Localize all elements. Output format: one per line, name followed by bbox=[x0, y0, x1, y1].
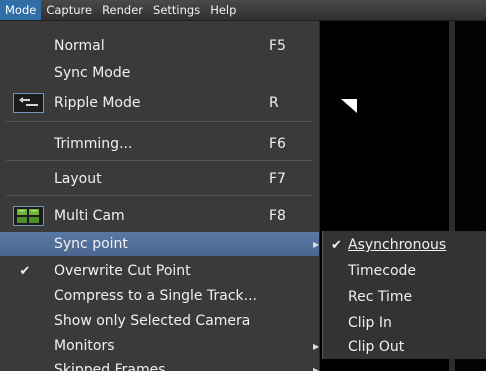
menu-item-label: Clip In bbox=[348, 315, 392, 331]
menu-separator bbox=[6, 121, 312, 122]
menu-mode[interactable]: Mode bbox=[0, 0, 42, 20]
menu-item-sync-mode[interactable]: Sync Mode bbox=[0, 62, 319, 84]
submenu-item-clip-in[interactable]: Clip In bbox=[323, 310, 486, 336]
checkmark-icon: ✔ bbox=[19, 263, 31, 279]
shortcut-label: F8 bbox=[269, 208, 286, 224]
submenu-arrow-icon: ▶ bbox=[313, 365, 320, 371]
menu-item-label: Asynchronous bbox=[348, 237, 447, 253]
shortcut-label: F6 bbox=[269, 136, 286, 152]
menu-item-compress-single-track[interactable]: Compress to a Single Track... bbox=[0, 285, 319, 307]
submenu-item-timecode[interactable]: Timecode bbox=[323, 258, 486, 284]
menu-help[interactable]: Help bbox=[205, 0, 241, 20]
menu-separator bbox=[6, 160, 312, 161]
submenu-arrow-icon: ▶ bbox=[313, 239, 320, 249]
ripple-mode-icon bbox=[13, 93, 44, 113]
menu-item-label: Monitors bbox=[54, 338, 115, 354]
menu-item-layout[interactable]: Layout F7 bbox=[0, 167, 319, 191]
menu-item-show-selected-camera[interactable]: Show only Selected Camera bbox=[0, 310, 319, 332]
menu-item-sync-point[interactable]: Sync point ▶ bbox=[0, 232, 319, 256]
frame-marker-icon bbox=[341, 99, 357, 113]
submenu-item-asynchronous[interactable]: ✔ Asynchronous bbox=[323, 232, 486, 258]
menu-item-label: Normal bbox=[54, 38, 105, 54]
menu-separator bbox=[6, 195, 312, 196]
menu-item-normal[interactable]: Normal F5 bbox=[0, 35, 319, 57]
menu-item-skipped-frames[interactable]: Skipped Frames ▶ bbox=[0, 359, 319, 371]
menu-item-label: Sync Mode bbox=[54, 65, 131, 81]
submenu-arrow-icon: ▶ bbox=[313, 341, 320, 351]
menubar: Mode Capture Render Settings Help bbox=[0, 0, 486, 21]
menu-settings[interactable]: Settings bbox=[148, 0, 205, 20]
menu-item-label: Ripple Mode bbox=[54, 95, 141, 111]
menu-item-label: Timecode bbox=[348, 263, 417, 279]
shortcut-label: F5 bbox=[269, 38, 286, 54]
mode-menu-dropdown: Normal F5 Sync Mode Ripple Mode R Trimmi… bbox=[0, 21, 320, 371]
submenu-item-clip-out[interactable]: Clip Out bbox=[323, 334, 486, 360]
menu-item-label: Show only Selected Camera bbox=[54, 313, 251, 329]
shortcut-label: F7 bbox=[269, 171, 286, 187]
menu-item-label: Multi Cam bbox=[54, 208, 125, 224]
menu-item-label: Overwrite Cut Point bbox=[54, 263, 191, 279]
menu-item-label: Layout bbox=[54, 171, 102, 187]
menu-capture[interactable]: Capture bbox=[41, 0, 97, 20]
menu-item-label: Rec Time bbox=[348, 289, 413, 305]
menu-item-label: Clip Out bbox=[348, 339, 405, 355]
menu-item-label: Skipped Frames bbox=[54, 362, 166, 371]
menu-render[interactable]: Render bbox=[97, 0, 148, 20]
menu-item-trimming[interactable]: Trimming... F6 bbox=[0, 132, 319, 156]
menu-item-ripple-mode[interactable]: Ripple Mode R bbox=[0, 91, 319, 115]
sync-point-submenu: ✔ Asynchronous Timecode Rec Time Clip In… bbox=[322, 231, 486, 359]
menu-item-overwrite-cut-point[interactable]: ✔ Overwrite Cut Point bbox=[0, 260, 319, 282]
menu-item-label: Sync point bbox=[54, 236, 128, 252]
submenu-item-rec-time[interactable]: Rec Time bbox=[323, 284, 486, 310]
shortcut-label: R bbox=[269, 95, 279, 111]
menu-item-multi-cam[interactable]: Multi Cam F8 bbox=[0, 204, 319, 228]
multi-cam-icon bbox=[13, 206, 44, 226]
menu-item-label: Compress to a Single Track... bbox=[54, 288, 257, 304]
menu-item-monitors[interactable]: Monitors ▶ bbox=[0, 335, 319, 357]
checkmark-icon: ✔ bbox=[331, 237, 342, 253]
menu-item-label: Trimming... bbox=[54, 136, 133, 152]
